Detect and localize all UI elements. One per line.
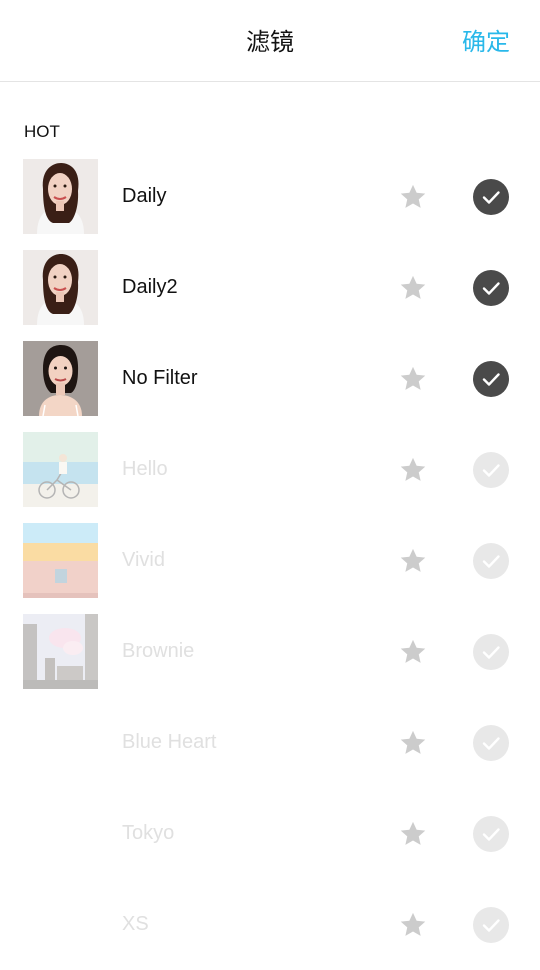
checkmark-icon[interactable] — [473, 634, 509, 670]
filter-name: Hello — [122, 458, 168, 480]
filter-row[interactable]: Daily — [0, 151, 540, 242]
filter-name: Daily — [122, 185, 167, 207]
filter-row[interactable]: Daily2 — [0, 242, 540, 333]
star-icon[interactable] — [398, 364, 428, 394]
checkmark-icon[interactable] — [473, 543, 509, 579]
star-icon[interactable] — [398, 546, 428, 576]
filter-thumbnail — [23, 432, 98, 507]
filter-row[interactable]: Tokyo — [0, 788, 540, 879]
filter-thumbnail — [23, 523, 98, 598]
section-label-hot: HOT — [24, 122, 60, 141]
filter-row[interactable]: Brownie — [0, 606, 540, 697]
filter-row[interactable]: XS — [0, 879, 540, 970]
star-icon[interactable] — [398, 455, 428, 485]
filter-list: Daily Daily2 No Filter Hello Vivid Brown… — [0, 151, 540, 970]
filter-name: XS — [122, 913, 149, 935]
filter-row[interactable]: Hello — [0, 424, 540, 515]
star-icon[interactable] — [398, 728, 428, 758]
filter-name: No Filter — [122, 367, 198, 389]
filter-thumbnail — [23, 341, 98, 416]
checkmark-icon[interactable] — [473, 907, 509, 943]
filter-name: Blue Heart — [122, 731, 217, 753]
filter-thumbnail — [23, 159, 98, 234]
filter-thumbnail — [23, 614, 98, 689]
filter-name: Brownie — [122, 640, 195, 662]
filter-name: Tokyo — [122, 822, 175, 844]
star-icon[interactable] — [398, 273, 428, 303]
header-bar: 滤镜 确定 — [0, 0, 540, 82]
checkmark-icon[interactable] — [473, 179, 509, 215]
checkmark-icon[interactable] — [473, 452, 509, 488]
filter-row[interactable]: Blue Heart — [0, 697, 540, 788]
page-title: 滤镜 — [246, 28, 294, 56]
filter-row[interactable]: No Filter — [0, 333, 540, 424]
star-icon[interactable] — [398, 819, 428, 849]
filter-row[interactable]: Vivid — [0, 515, 540, 606]
star-icon[interactable] — [398, 182, 428, 212]
star-icon[interactable] — [398, 637, 428, 667]
filter-name: Vivid — [122, 549, 165, 571]
checkmark-icon[interactable] — [473, 816, 509, 852]
confirm-button[interactable]: 确定 — [462, 0, 510, 82]
checkmark-icon[interactable] — [473, 270, 509, 306]
star-icon[interactable] — [398, 910, 428, 940]
checkmark-icon[interactable] — [473, 725, 509, 761]
filter-name: Daily2 — [122, 276, 178, 298]
filter-thumbnail — [23, 250, 98, 325]
checkmark-icon[interactable] — [473, 361, 509, 397]
